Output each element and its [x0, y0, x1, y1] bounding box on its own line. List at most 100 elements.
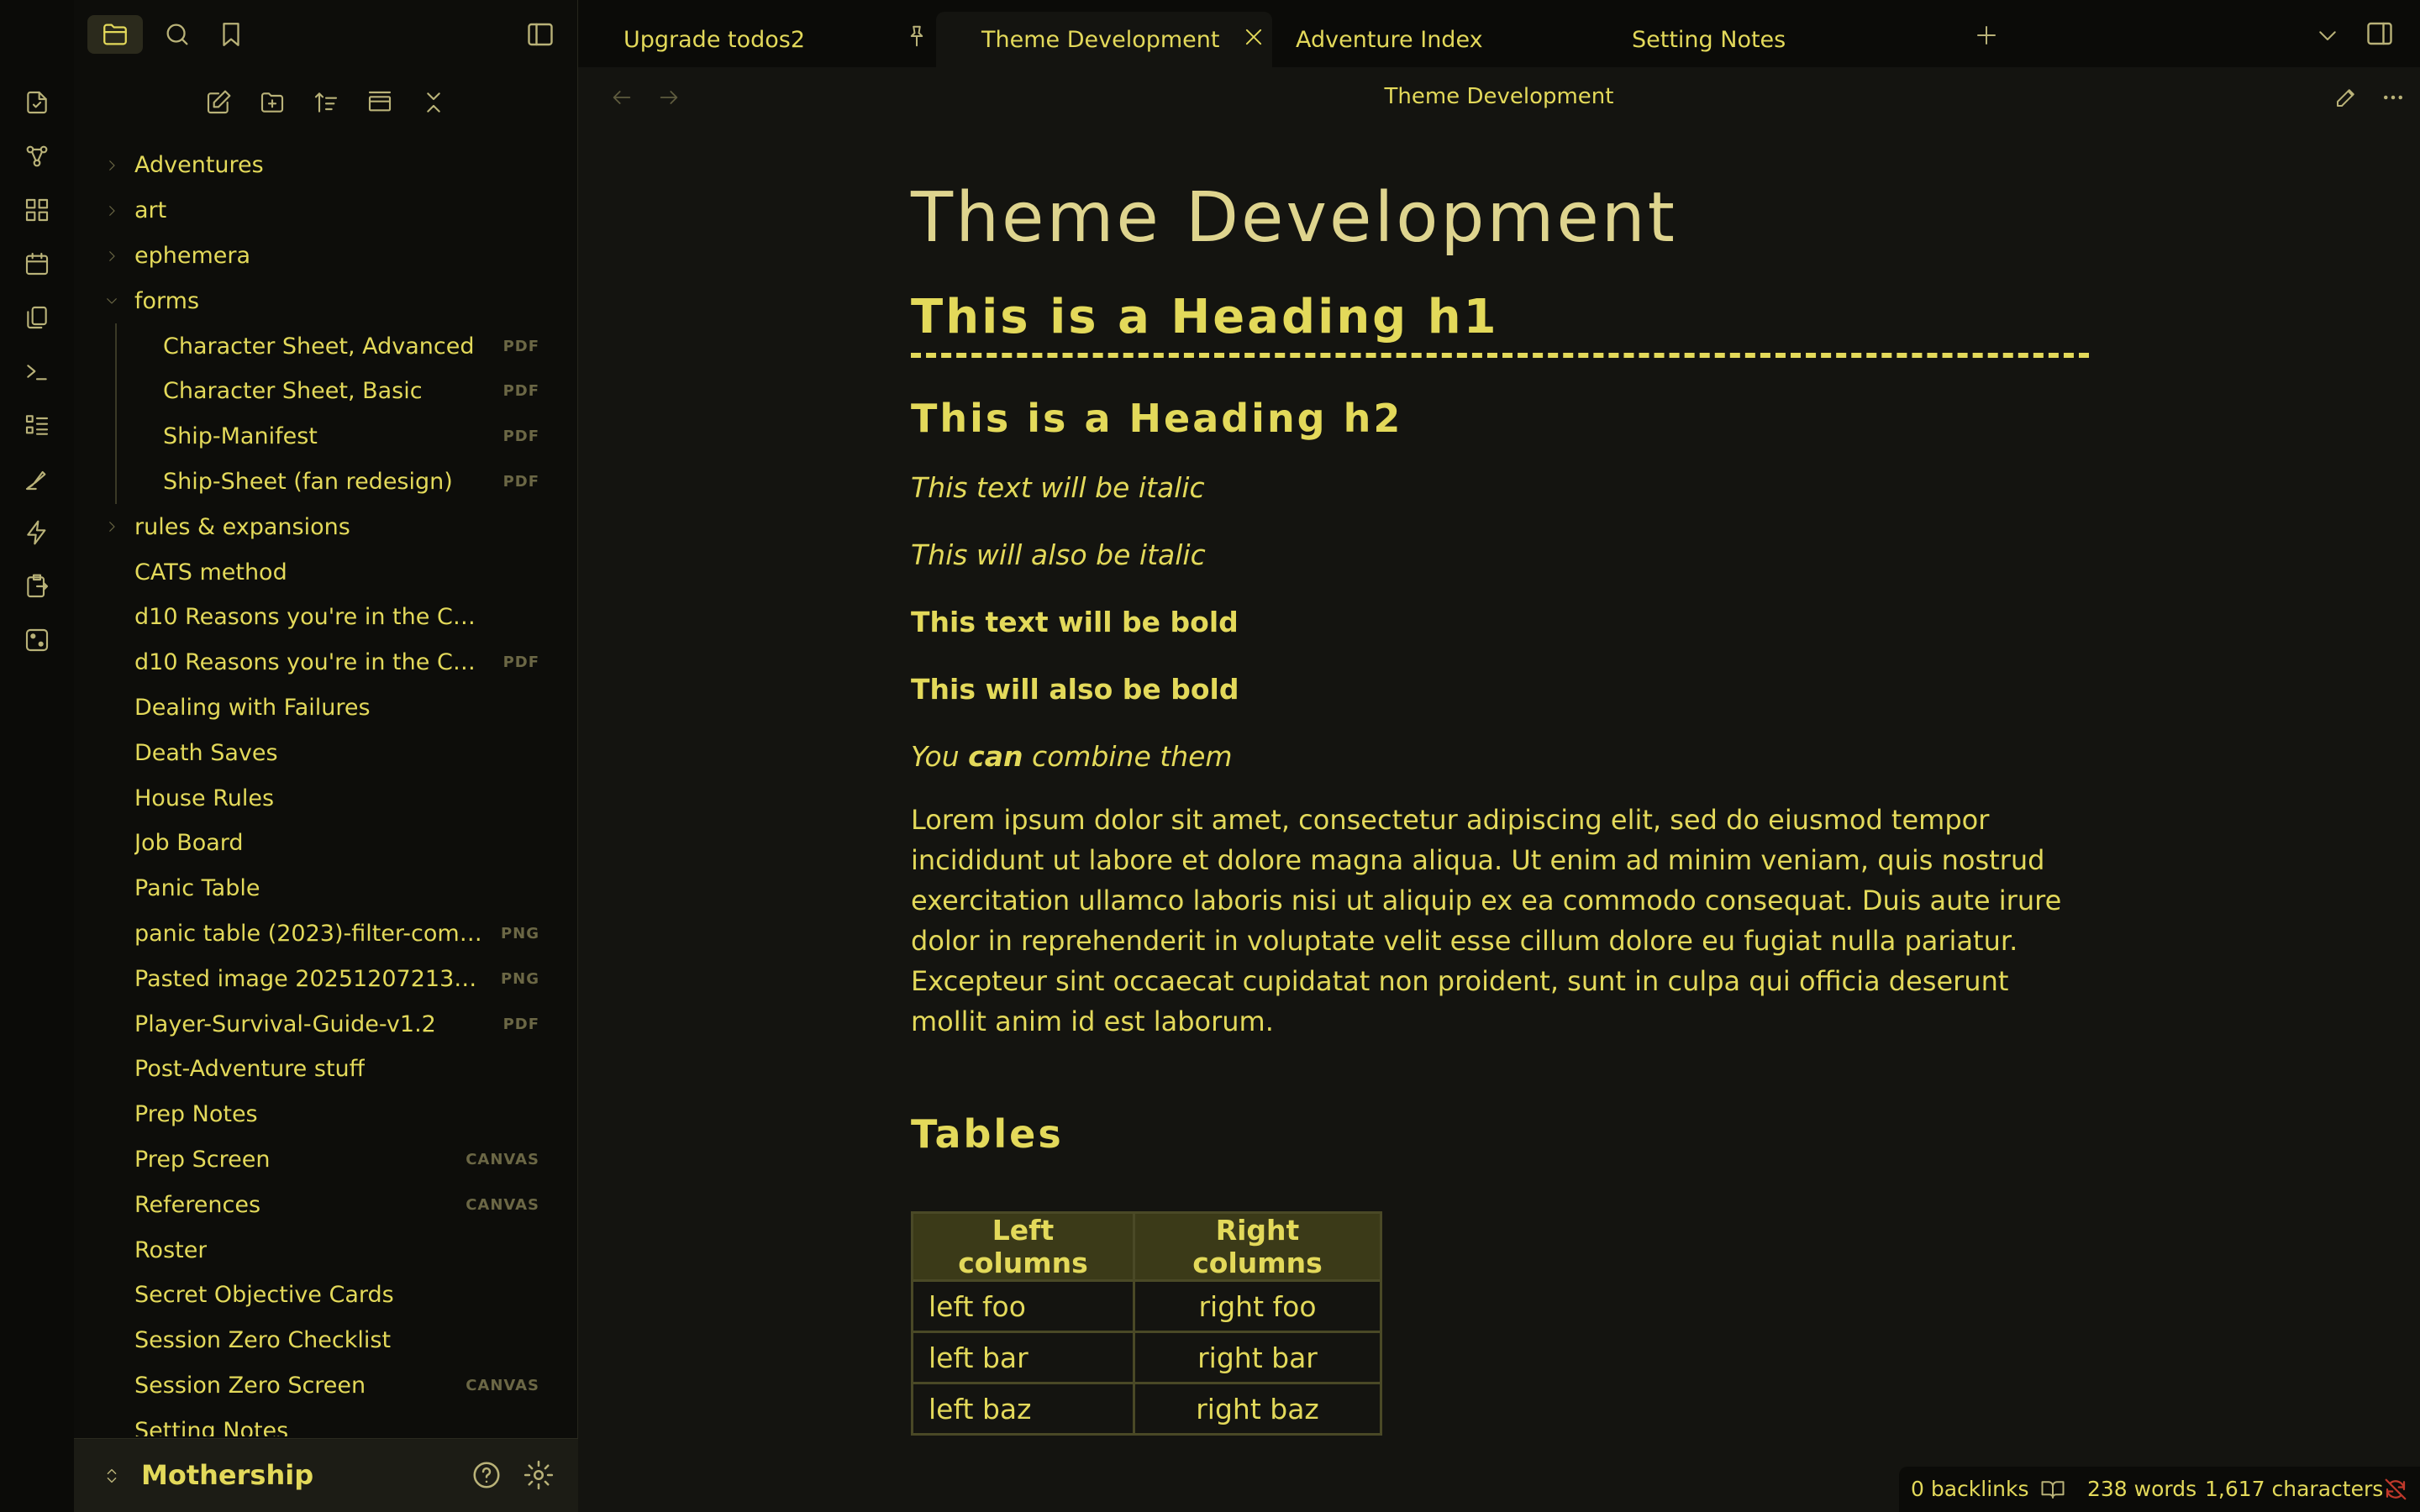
tree-item-label: Death Saves: [134, 739, 278, 766]
random-note-icon[interactable]: [20, 623, 54, 657]
table-cell: right bar: [1133, 1331, 1382, 1384]
kanban-icon[interactable]: [20, 408, 54, 442]
sort-icon[interactable]: [308, 84, 345, 121]
auto-reveal-icon[interactable]: [361, 84, 398, 121]
daily-note-icon[interactable]: [20, 247, 54, 281]
tree-file[interactable]: panic table (2023)-filter-compre... PNG: [74, 911, 578, 957]
tree-file[interactable]: Job Board: [74, 821, 578, 866]
tab-upgrade-todos2[interactable]: Upgrade todos2: [578, 12, 914, 67]
vault-switcher[interactable]: Mothership: [74, 1438, 578, 1512]
tree-item-label: forms: [134, 287, 200, 314]
tree-file[interactable]: Pasted image 20251207213721 PNG: [74, 956, 578, 1001]
lorem-paragraph: Lorem ipsum dolor sit amet, consectetur …: [911, 804, 2062, 1037]
file-type-badge: PDF: [502, 337, 539, 355]
chevron-down-icon[interactable]: [104, 293, 119, 308]
tree-file[interactable]: Character Sheet, Advanced PDF: [74, 323, 578, 369]
table-row: left baz right baz: [911, 1382, 1382, 1436]
tree-file[interactable]: CATS method: [74, 549, 578, 595]
tab-bar: Upgrade todos2 Theme Development Adventu…: [578, 0, 2420, 67]
chevron-right-icon[interactable]: [104, 158, 119, 173]
tree-folder[interactable]: Adventures: [74, 143, 578, 188]
table-row: left bar right bar: [911, 1331, 1382, 1384]
table-header-row: Left columns Right columns: [911, 1211, 1382, 1282]
tab-list-chevron-icon[interactable]: [2311, 18, 2344, 52]
combined-pre: You: [911, 740, 969, 773]
tree-file[interactable]: Setting Notes: [74, 1408, 578, 1436]
tree-file[interactable]: Session Zero Screen CANVAS: [74, 1363, 578, 1409]
markdown-table: Left columns Right columns left foo righ…: [911, 1211, 1382, 1436]
new-folder-icon[interactable]: [254, 84, 291, 121]
tree-file[interactable]: Prep Screen CANVAS: [74, 1137, 578, 1183]
tab-theme-development[interactable]: Theme Development: [936, 12, 1272, 67]
tree-file[interactable]: Session Zero Checklist: [74, 1318, 578, 1363]
view-title[interactable]: Theme Development: [578, 84, 2420, 109]
italic-text-1: This text will be italic: [911, 471, 1205, 504]
tree-indent-guide: [115, 323, 117, 505]
files-icon[interactable]: [87, 15, 143, 54]
tree-folder[interactable]: art: [74, 188, 578, 234]
chevron-right-icon[interactable]: [104, 203, 119, 218]
help-icon[interactable]: [471, 1459, 502, 1491]
reading-view-icon[interactable]: [2040, 1477, 2065, 1502]
command-palette-icon[interactable]: [20, 354, 54, 388]
tree-item-label: Ship-Manifest: [163, 423, 318, 450]
export-icon[interactable]: [20, 570, 54, 603]
templates-icon[interactable]: [20, 301, 54, 334]
file-type-badge: PDF: [502, 654, 539, 672]
pin-icon[interactable]: [904, 24, 929, 49]
tree-folder[interactable]: ephemera: [74, 234, 578, 279]
draw-icon[interactable]: [20, 462, 54, 496]
tree-file[interactable]: References CANVAS: [74, 1182, 578, 1227]
right-sidebar-toggle-icon[interactable]: [2363, 17, 2396, 50]
tree-item-label: Prep Screen: [134, 1146, 271, 1173]
settings-gear-icon[interactable]: [523, 1459, 555, 1491]
tree-file[interactable]: Post-Adventure stuff: [74, 1047, 578, 1092]
tree-folder[interactable]: rules & expansions: [74, 504, 578, 549]
note-content[interactable]: Theme Development This is a Heading h1 T…: [911, 168, 2104, 1436]
file-type-badge: PDF: [502, 1015, 539, 1033]
tree-file[interactable]: d10 Reasons you're in the Corpor... PDF: [74, 640, 578, 685]
tree-item-label: Setting Notes: [134, 1417, 289, 1436]
tree-file[interactable]: Player-Survival-Guide-v1.2 PDF: [74, 1001, 578, 1047]
tree-file[interactable]: House Rules: [74, 775, 578, 821]
edit-pencil-icon[interactable]: [2329, 81, 2363, 114]
collapse-all-icon[interactable]: [415, 84, 452, 121]
note-title[interactable]: Theme Development: [911, 168, 2104, 269]
canvas-icon[interactable]: [20, 193, 54, 227]
heading-h1-underline: [911, 353, 2089, 358]
new-note-icon[interactable]: [20, 86, 54, 119]
tree-file[interactable]: Character Sheet, Basic PDF: [74, 369, 578, 414]
sidebar-toggle-icon[interactable]: [513, 15, 568, 54]
tree-item-label: panic table (2023)-filter-compre...: [134, 920, 487, 947]
file-type-badge: PNG: [500, 924, 539, 942]
tab-setting-notes[interactable]: Setting Notes: [1586, 12, 1923, 67]
heading-h2: This is a Heading h2: [911, 396, 1403, 441]
tree-file[interactable]: Ship-Manifest PDF: [74, 414, 578, 459]
graph-view-icon[interactable]: [20, 139, 54, 173]
new-tab-icon[interactable]: [1970, 18, 2003, 52]
more-options-icon[interactable]: [2376, 81, 2410, 114]
sync-error-icon[interactable]: [2383, 1477, 2408, 1502]
tree-item-label: rules & expansions: [134, 513, 350, 540]
tree-item-label: CATS method: [134, 559, 287, 585]
automation-icon[interactable]: [20, 516, 54, 549]
tab-adventure-index[interactable]: Adventure Index: [1250, 12, 1586, 67]
tree-file[interactable]: Panic Table: [74, 866, 578, 911]
word-count: 238 words: [2087, 1477, 2197, 1501]
bookmark-icon[interactable]: [203, 15, 259, 54]
tree-item-label: Ship-Sheet (fan redesign): [163, 468, 453, 495]
tree-file[interactable]: Roster: [74, 1227, 578, 1273]
tree-item-label: House Rules: [134, 785, 275, 811]
tree-file[interactable]: d10 Reasons you're in the Corporation...: [74, 595, 578, 640]
tree-file[interactable]: Ship-Sheet (fan redesign) PDF: [74, 459, 578, 505]
tree-file[interactable]: Prep Notes: [74, 1092, 578, 1137]
chevron-right-icon[interactable]: [104, 519, 119, 534]
backlinks-count[interactable]: 0 backlinks: [1911, 1477, 2029, 1501]
tree-file[interactable]: Secret Objective Cards: [74, 1273, 578, 1318]
chevron-right-icon[interactable]: [104, 249, 119, 264]
search-icon[interactable]: [150, 15, 205, 54]
new-note-icon[interactable]: [200, 84, 237, 121]
tree-folder[interactable]: forms: [74, 278, 578, 323]
tree-file[interactable]: Death Saves: [74, 730, 578, 775]
tree-file[interactable]: Dealing with Failures: [74, 685, 578, 731]
